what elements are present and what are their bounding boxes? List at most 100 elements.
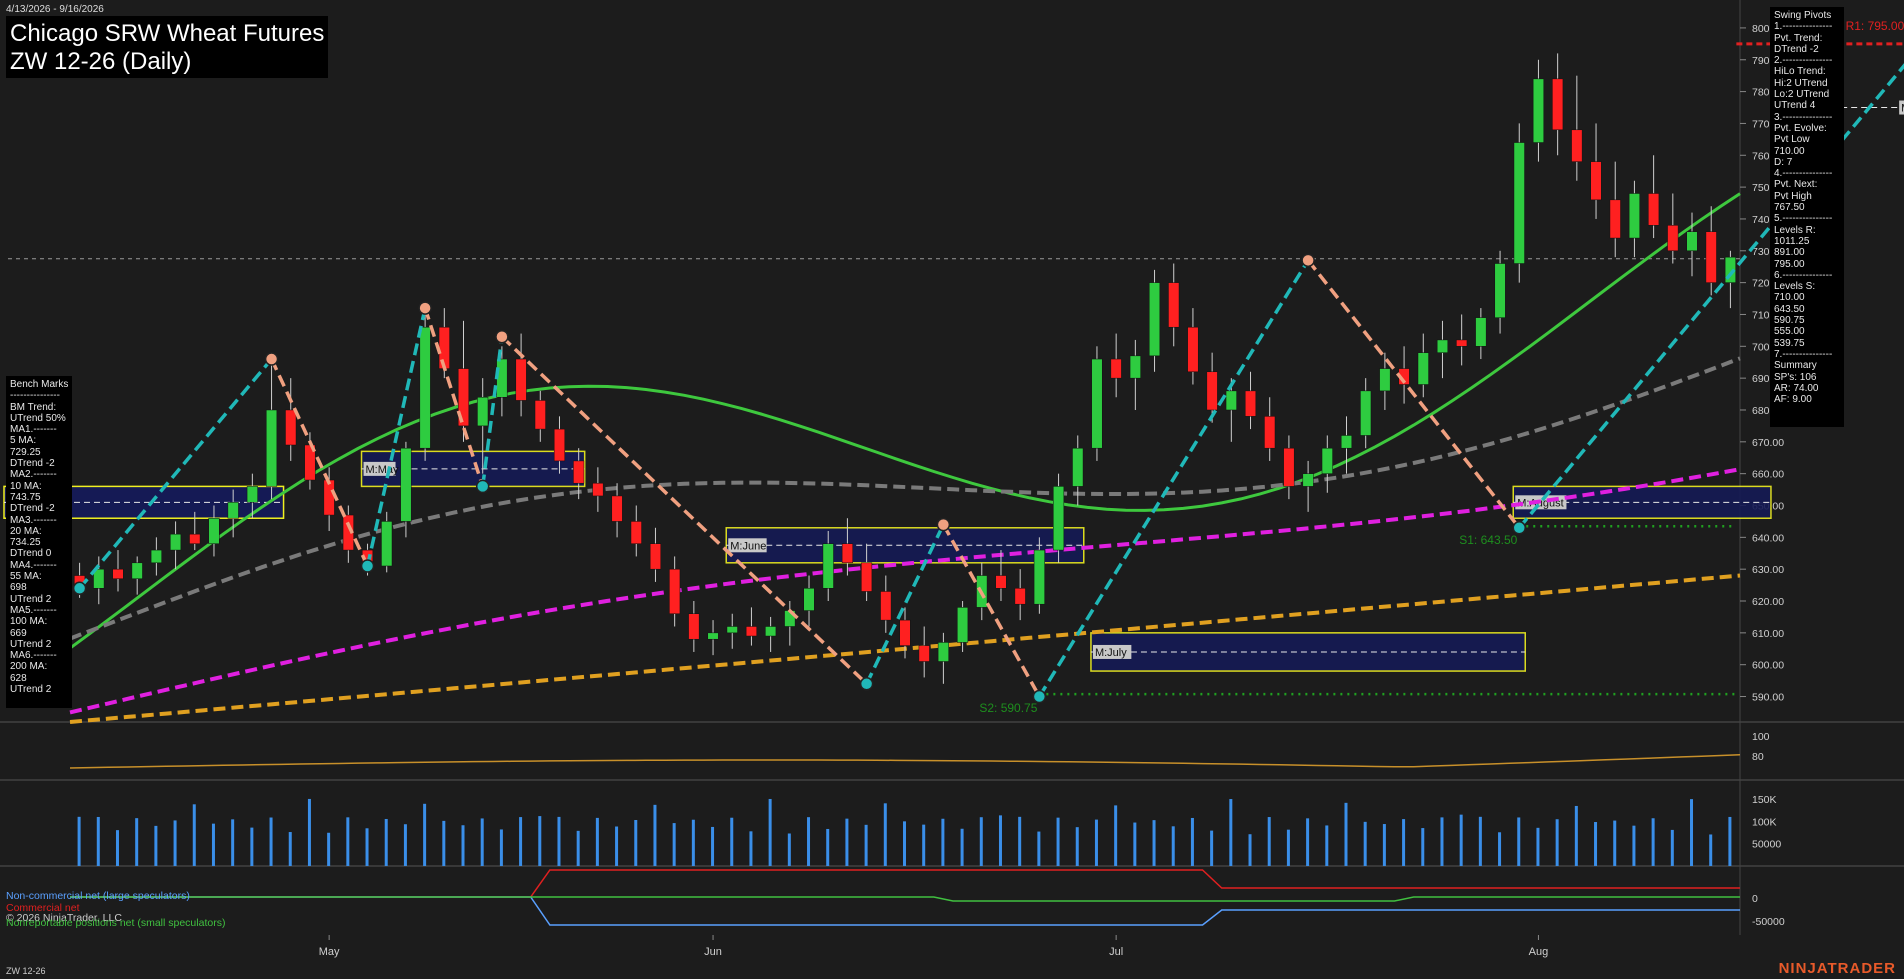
- swing-pivot-line: 643.50: [1774, 303, 1805, 315]
- benchmark-line: 734.25: [10, 537, 41, 549]
- volume-bar: [250, 827, 254, 866]
- volume-bar: [979, 817, 983, 866]
- candle-body: [1590, 161, 1602, 201]
- swing-pivot-line: Levels R:: [1774, 224, 1816, 236]
- volume-bar: [1632, 825, 1636, 866]
- volume-bar: [1094, 819, 1098, 866]
- swing-pivot-line: 2.---------------: [1774, 55, 1833, 67]
- swing-pivot-line: 795.00: [1774, 258, 1805, 270]
- candle-body: [131, 562, 143, 579]
- candle-body: [323, 479, 335, 516]
- swing-pivot-line: AR: 74.00: [1774, 382, 1819, 394]
- benchmark-line: 743.75: [10, 491, 41, 503]
- volume-bar: [1555, 819, 1559, 866]
- volume-bar: [135, 818, 139, 866]
- candle-body: [1091, 358, 1103, 449]
- swing-pivot-line: SP's: 106: [1774, 371, 1817, 383]
- candle-body: [1686, 231, 1698, 252]
- y-tick-label: 630.00: [1752, 564, 1784, 576]
- swing-pivot-line: Pvt. Trend:: [1774, 32, 1823, 44]
- volume-bar: [672, 823, 676, 866]
- candle-body: [1225, 390, 1237, 411]
- volume-bar: [288, 832, 292, 866]
- volume-bar: [807, 817, 811, 866]
- volume-bar: [1651, 818, 1655, 866]
- candle-body: [707, 632, 719, 640]
- benchmark-line: UTrend 50%: [10, 412, 66, 424]
- level-label: R1: 795.00: [1846, 19, 1904, 33]
- swing-pivot-line: Swing Pivots: [1774, 10, 1832, 21]
- candle-body: [841, 543, 853, 564]
- swing-pivot-line: Summary: [1774, 360, 1817, 372]
- benchmark-line: 200 MA:: [10, 661, 48, 673]
- volume-bar: [1421, 828, 1425, 866]
- level-label: S2: 590.75: [979, 701, 1037, 715]
- price-chart[interactable]: 590.00600.00610.00620.00630.00640.00650.…: [0, 0, 1904, 979]
- benchmark-line: DTrend 0: [10, 548, 52, 560]
- volume-bar: [768, 798, 772, 866]
- volume-bar: [346, 817, 350, 866]
- benchmark-line: MA4.-------: [10, 559, 57, 571]
- volume-bar: [557, 816, 561, 866]
- swing-pivot-marker: [72, 581, 87, 596]
- swing-pivot-line: 555.00: [1774, 326, 1805, 338]
- candle-body: [1149, 282, 1161, 357]
- swing-pivot-line: Lo:2 UTrend: [1774, 89, 1830, 101]
- benchmark-line: DTrend -2: [10, 503, 55, 515]
- cot-commercial-line: [70, 869, 1740, 898]
- volume-bar: [1171, 826, 1175, 866]
- candle-body: [1072, 447, 1084, 487]
- candle-body: [995, 575, 1007, 589]
- candle-body: [611, 495, 623, 522]
- volume-bar: [845, 818, 849, 866]
- candle-body: [1494, 263, 1506, 318]
- contract-title: ZW 12-26 (Daily): [10, 48, 192, 75]
- volume-bar: [77, 816, 81, 866]
- volume-bar: [1325, 825, 1329, 866]
- candle-body: [1283, 447, 1295, 487]
- cot-nonreportable-line: [70, 896, 1740, 902]
- volume-bar: [384, 818, 388, 866]
- swing-pivot-line: 710.00: [1774, 145, 1805, 157]
- benchmark-line: BM Trend:: [10, 401, 57, 413]
- volume-bar: [1267, 817, 1271, 866]
- candle-body: [1360, 390, 1372, 436]
- volume-bar: [499, 829, 503, 866]
- candle-body: [246, 486, 258, 503]
- volume-axis-label: 100K: [1752, 816, 1777, 828]
- swing-pivot-marker: [495, 330, 509, 344]
- swing-pivot-marker: [418, 301, 432, 315]
- volume-bar: [922, 824, 926, 866]
- volume-bar: [787, 833, 791, 866]
- volume-bar: [480, 818, 484, 866]
- volume-bar: [883, 803, 887, 866]
- candle-body: [1648, 193, 1660, 226]
- swing-pivot-line: 891.00: [1774, 247, 1805, 259]
- chart-title-box: Chicago SRW Wheat Futures ZW 12-26 (Dail…: [6, 16, 328, 78]
- benchmark-line: 20 MA:: [10, 525, 42, 537]
- benchmark-line: Bench Marks: [10, 379, 69, 390]
- candle-body: [1014, 588, 1026, 605]
- volume-bar: [1363, 821, 1367, 866]
- candle-body: [1302, 473, 1314, 487]
- benchmark-line: 729.25: [10, 446, 41, 458]
- volume-bar: [1382, 824, 1386, 866]
- oscillator-axis-label: 100: [1752, 731, 1770, 743]
- swing-pivot-line: 590.75: [1774, 315, 1805, 327]
- y-tick-label: 670.00: [1752, 437, 1784, 449]
- swing-pivot-line: 1.---------------: [1774, 21, 1833, 33]
- candle-body: [266, 409, 278, 487]
- swing-pivot-line: 5.---------------: [1774, 213, 1833, 225]
- swing-line: [1306, 259, 1521, 529]
- benchmark-line: MA2.-------: [10, 469, 57, 481]
- candle-body: [957, 607, 969, 643]
- candle-body: [419, 326, 431, 449]
- swing-pivot-marker: [1512, 521, 1527, 535]
- level-label: S1: 643.50: [1459, 533, 1517, 547]
- volume-bar: [1248, 834, 1252, 866]
- moving-average-line: [69, 467, 1741, 715]
- candle-body: [1456, 339, 1468, 347]
- swing-pivot-line: UTrend 4: [1774, 100, 1816, 112]
- candle-body: [1436, 339, 1448, 353]
- benchmark-line: 669: [10, 627, 27, 639]
